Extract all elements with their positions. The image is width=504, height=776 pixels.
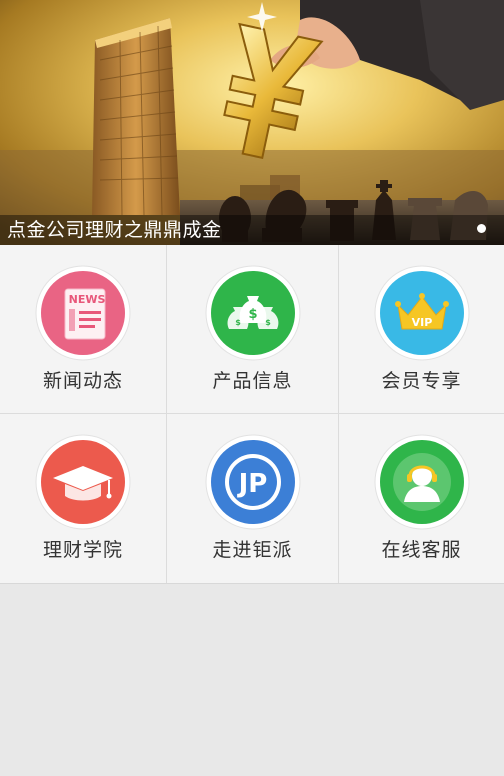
menu-grid: NEWS 新闻动态 $ $ $ 产品信息 VIP 会员专享 理财学院 JP 走进… bbox=[0, 245, 504, 584]
menu-item-customer-service[interactable]: 在线客服 bbox=[339, 414, 504, 582]
menu-item-about[interactable]: JP 走进钜派 bbox=[167, 414, 338, 582]
menu-item-products[interactable]: $ $ $ 产品信息 bbox=[167, 245, 338, 413]
menu-item-label: 产品信息 bbox=[212, 370, 293, 392]
svg-text:$: $ bbox=[248, 307, 257, 322]
svg-text:JP: JP bbox=[236, 469, 267, 499]
banner-carousel[interactable]: 点金公司理财之鼎鼎成金 bbox=[0, 0, 504, 245]
carousel-indicator-dot[interactable] bbox=[477, 224, 486, 233]
menu-item-label: 新闻动态 bbox=[42, 370, 123, 392]
menu-item-academy[interactable]: 理财学院 bbox=[0, 414, 166, 582]
svg-text:NEWS: NEWS bbox=[69, 293, 106, 306]
svg-text:$: $ bbox=[265, 318, 271, 327]
customer-service-icon bbox=[374, 434, 470, 530]
menu-item-news[interactable]: NEWS 新闻动态 bbox=[0, 245, 166, 413]
menu-item-label: 在线客服 bbox=[381, 539, 462, 561]
menu-item-label: 会员专享 bbox=[381, 370, 462, 392]
banner-caption-bar: 点金公司理财之鼎鼎成金 bbox=[0, 215, 504, 245]
jp-logo-icon: JP bbox=[205, 434, 301, 530]
banner-image bbox=[0, 0, 504, 245]
money-bags-icon: $ $ $ bbox=[205, 265, 301, 361]
svg-text:VIP: VIP bbox=[411, 316, 432, 329]
banner-caption: 点金公司理财之鼎鼎成金 bbox=[7, 219, 222, 241]
svg-text:$: $ bbox=[235, 318, 241, 327]
news-icon: NEWS bbox=[35, 265, 131, 361]
graduation-cap-icon bbox=[35, 434, 131, 530]
menu-item-vip[interactable]: VIP 会员专享 bbox=[339, 245, 504, 413]
vip-crown-icon: VIP bbox=[374, 265, 470, 361]
menu-item-label: 走进钜派 bbox=[212, 539, 293, 561]
menu-item-label: 理财学院 bbox=[42, 539, 123, 561]
app-screen: 点金公司理财之鼎鼎成金 NEWS 新闻动态 $ $ $ 产品信息 VIP 会员专… bbox=[0, 0, 504, 776]
